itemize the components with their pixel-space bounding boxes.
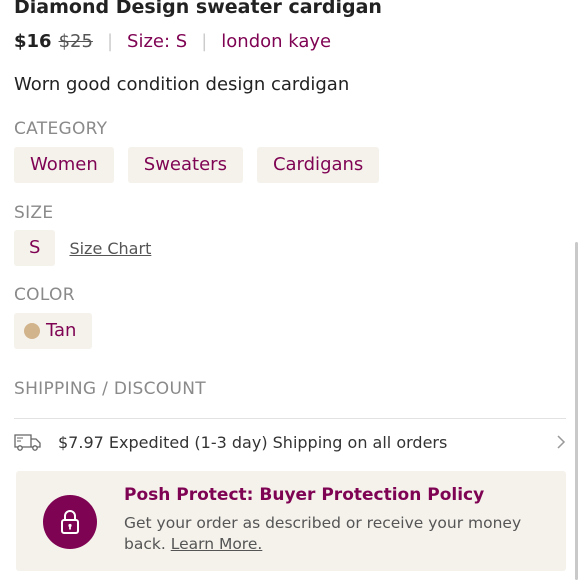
separator: |	[201, 31, 208, 52]
color-row: Tan	[14, 313, 93, 349]
size-label: SIZE	[14, 203, 54, 223]
learn-more-link[interactable]: Learn More.	[171, 535, 263, 553]
price: $16	[14, 31, 52, 52]
lock-icon	[43, 495, 97, 549]
size-chart-link[interactable]: Size Chart	[69, 239, 151, 258]
truck-icon	[14, 434, 41, 451]
size-row: S Size Chart	[14, 230, 151, 266]
category-chip-sweaters[interactable]: Sweaters	[127, 147, 243, 183]
listing-description: Worn good condition design cardigan	[14, 74, 350, 95]
size-chip[interactable]: S	[14, 230, 56, 266]
separator: |	[106, 31, 114, 52]
shipping-text: $7.97 Expedited (1-3 day) Shipping on al…	[58, 432, 448, 452]
category-chip-cardigans[interactable]: Cardigans	[256, 147, 380, 183]
color-label: COLOR	[14, 285, 75, 305]
original-price: $25	[58, 31, 93, 52]
shipping-row[interactable]: $7.97 Expedited (1-3 day) Shipping on al…	[14, 428, 566, 456]
divider	[14, 418, 566, 419]
protect-title: Posh Protect: Buyer Protection Policy	[124, 485, 485, 505]
scrollbar[interactable]	[575, 242, 578, 580]
color-value: Tan	[46, 320, 77, 341]
color-chip[interactable]: Tan	[14, 313, 93, 349]
category-chip-women[interactable]: Women	[14, 147, 114, 183]
shipping-label: SHIPPING / DISCOUNT	[14, 379, 206, 399]
protect-body: Get your order as described or receive y…	[124, 513, 544, 555]
price-row: $16 $25 | Size: S | london kaye	[14, 31, 331, 52]
category-chips: Women Sweaters Cardigans	[14, 147, 380, 183]
posh-protect-card: Posh Protect: Buyer Protection Policy Ge…	[16, 471, 566, 571]
category-label: CATEGORY	[14, 119, 108, 139]
listing-title: Diamond Design sweater cardigan	[14, 0, 382, 18]
brand-link[interactable]: london kaye	[221, 31, 331, 52]
size-link[interactable]: Size: S	[127, 31, 187, 52]
color-swatch-icon	[24, 323, 40, 339]
chevron-right-icon	[557, 435, 566, 449]
